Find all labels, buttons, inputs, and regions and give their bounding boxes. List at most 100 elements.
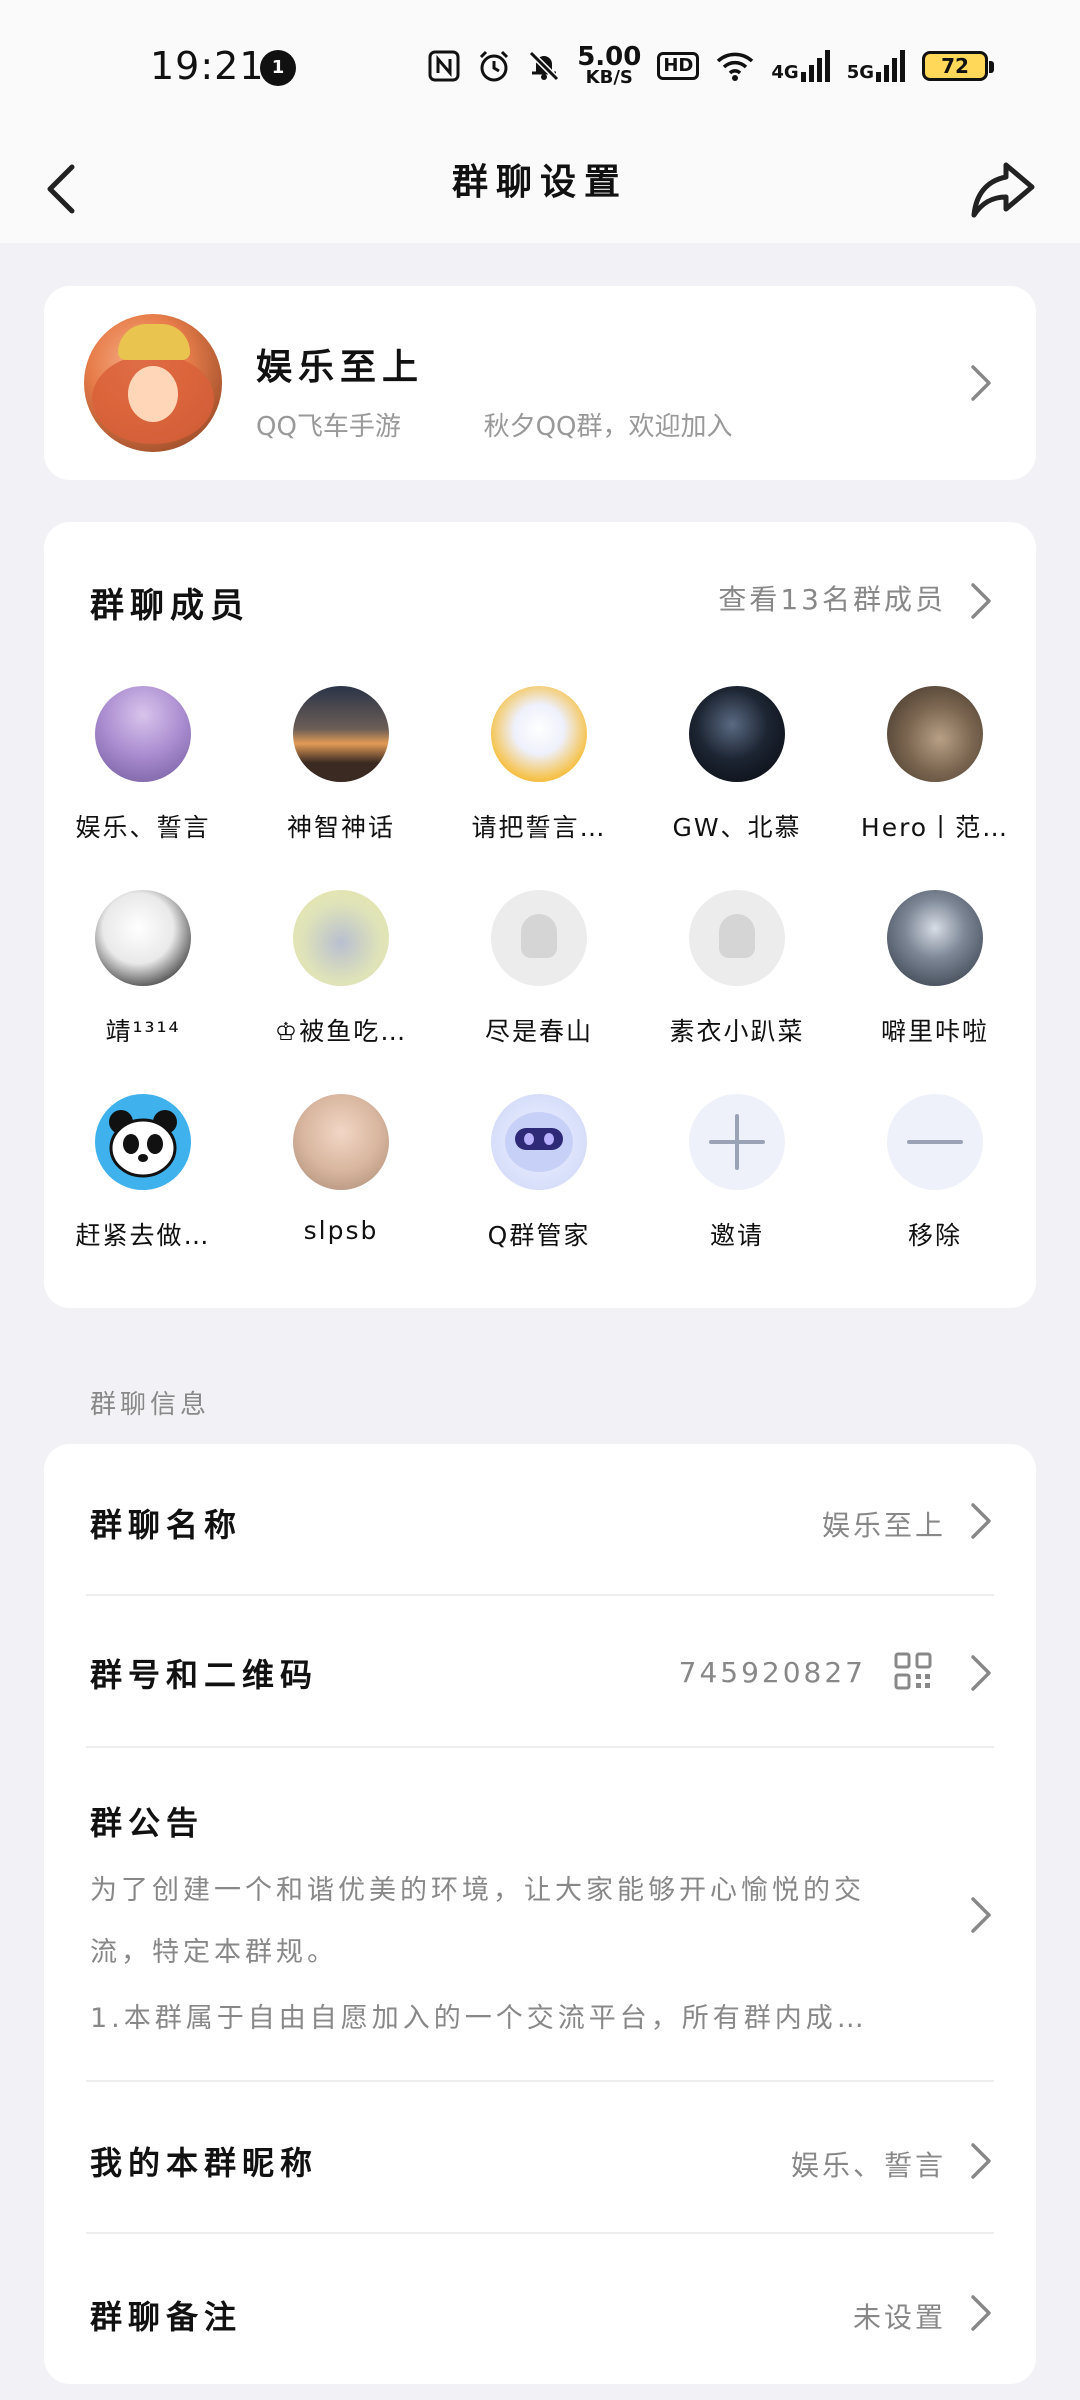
signal-5g: 5G (847, 50, 906, 82)
member-name: 噼里咔啦 (880, 1017, 989, 1046)
default-avatar (491, 890, 587, 986)
nfc-icon (428, 50, 460, 82)
qr-code-icon (894, 1652, 932, 1690)
chevron-right-icon (971, 1655, 991, 1691)
dark-portrait-avatar (689, 686, 785, 782)
member-item[interactable]: 噼里咔啦 (836, 890, 1034, 1048)
plus-icon (689, 1094, 785, 1190)
group-remark-row[interactable]: 群聊备注 未设置 (44, 2234, 1036, 2384)
remove-member-button[interactable]: 移除 (836, 1094, 1034, 1252)
status-icons: 5.00 KB/S HD 4G 5G 72 (427, 42, 994, 88)
group-name: 娱乐至上 (256, 347, 425, 388)
member-item[interactable]: Q群管家 (440, 1094, 638, 1252)
member-item[interactable]: GW、北慕 (638, 686, 836, 844)
chevron-right-icon (971, 1897, 991, 1933)
group-remark-value: 未设置 (852, 2301, 946, 2334)
group-notice-line: 为了创建一个和谐优美的环境，让大家能够开心愉悦的交 (90, 1875, 865, 1906)
member-name: 请把誓言… (471, 813, 607, 842)
group-avatar[interactable] (84, 314, 222, 452)
member-name: 素衣小趴菜 (669, 1017, 805, 1046)
purple-tree-avatar (95, 686, 191, 782)
chevron-right-icon (971, 1503, 991, 1539)
remove-label: 移除 (907, 1221, 962, 1250)
member-item[interactable]: Hero丨范… (836, 686, 1034, 844)
network-speed-value: 5.00 (577, 42, 642, 72)
group-remark-label: 群聊备注 (90, 2298, 243, 2336)
alarm-icon (480, 50, 509, 82)
my-nickname-row[interactable]: 我的本群昵称 娱乐、誓言 (44, 2082, 1036, 2232)
robot-face-icon (505, 1112, 573, 1172)
group-notice-line: 流，特定本群规。 (90, 1937, 338, 1968)
member-item[interactable]: 请把誓言… (440, 686, 638, 844)
group-notice-label: 群公告 (90, 1804, 205, 1842)
page-title: 群聊设置 (451, 162, 628, 203)
battery-icon: 72 (922, 51, 994, 81)
default-avatar (689, 890, 785, 986)
nav-bar: 群聊设置 (0, 135, 1080, 243)
member-name: Q群管家 (487, 1221, 591, 1250)
cat-avatar (887, 686, 983, 782)
member-name: Hero丨范… (860, 813, 1010, 842)
anime-girl-avatar (491, 686, 587, 782)
invite-label: 邀请 (709, 1221, 764, 1250)
member-item[interactable]: 素衣小趴菜 (638, 890, 836, 1048)
status-time: 19:21 (150, 44, 265, 88)
group-notice-row[interactable]: 群公告 为了创建一个和谐优美的环境，让大家能够开心愉悦的交 流，特定本群规。 1… (44, 1748, 1036, 2080)
panda-face-icon (109, 1110, 177, 1178)
share-icon[interactable] (970, 159, 1036, 219)
member-name: 娱乐、誓言 (75, 813, 211, 842)
minus-icon (887, 1094, 983, 1190)
my-nickname-label: 我的本群昵称 (90, 2144, 319, 2182)
signal-5g-icon (876, 50, 905, 82)
view-all-members-link[interactable]: 查看13名群成员 (718, 578, 946, 618)
members-title: 群聊成员 (90, 586, 250, 626)
chevron-right-icon (971, 365, 991, 401)
grey-cat-cartoon-avatar (293, 890, 389, 986)
portrait-avatar (293, 1094, 389, 1190)
member-name: 神智神话 (286, 813, 395, 842)
group-info-card: 群聊名称 娱乐至上 群号和二维码 745920827 群公告 为了创建一个和谐优… (44, 1444, 1036, 2384)
section-label-group-info: 群聊信息 (90, 1390, 211, 1420)
member-item[interactable]: 娱乐、誓言 (44, 686, 242, 844)
group-name-value: 娱乐至上 (821, 1509, 946, 1542)
member-name: 靖¹³¹⁴ (105, 1017, 181, 1046)
hd-icon: HD (657, 52, 700, 80)
notification-badge: 1 (260, 50, 296, 86)
member-item[interactable]: 尽是春山 (440, 890, 638, 1048)
my-nickname-value: 娱乐、誓言 (790, 2149, 946, 2182)
group-name-row[interactable]: 群聊名称 娱乐至上 (44, 1444, 1036, 1594)
network-4g-label: 4G (771, 62, 799, 83)
member-item[interactable]: slpsb (242, 1094, 440, 1245)
member-item[interactable]: 靖¹³¹⁴ (44, 890, 242, 1048)
robot-avatar (491, 1094, 587, 1190)
group-profile-card[interactable]: 娱乐至上 QQ飞车手游 秋夕QQ群，欢迎加入 (44, 286, 1036, 480)
signal-4g: 4G (771, 50, 830, 82)
member-item[interactable]: ♔被鱼吃… (242, 890, 440, 1048)
member-name: 赶紧去做… (75, 1221, 211, 1250)
group-description: QQ飞车手游 秋夕QQ群，欢迎加入 (256, 412, 733, 442)
members-card: 群聊成员 查看13名群成员 娱乐、誓言 神智神话 请把誓言… GW、北慕 Her… (44, 522, 1036, 1308)
network-speed-unit: KB/S (585, 67, 633, 88)
group-name-label: 群聊名称 (90, 1506, 243, 1544)
mute-icon (529, 50, 560, 82)
panda-avatar (95, 1094, 191, 1190)
sunset-avatar (293, 686, 389, 782)
wifi-icon (717, 52, 754, 81)
status-bar: 19:21 1 5.00 KB/S HD 4G 5G 72 (0, 0, 1080, 135)
masked-boy-avatar (887, 890, 983, 986)
group-id-label: 群号和二维码 (90, 1656, 319, 1694)
member-item[interactable]: 赶紧去做… (44, 1094, 242, 1252)
group-id-qr-row[interactable]: 群号和二维码 745920827 (44, 1596, 1036, 1746)
group-id-value: 745920827 (678, 1656, 866, 1689)
member-name: 尽是春山 (484, 1017, 593, 1046)
member-name: ♔被鱼吃… (274, 1017, 408, 1046)
chevron-right-icon[interactable] (970, 582, 992, 620)
network-speed: 5.00 KB/S (577, 42, 642, 88)
chevron-right-icon (971, 2143, 991, 2179)
invite-member-button[interactable]: 邀请 (638, 1094, 836, 1252)
member-item[interactable]: 神智神话 (242, 686, 440, 844)
member-name: GW、北慕 (672, 813, 802, 842)
group-notice-line: 1.本群属于自由自愿加入的一个交流平台，所有群内成… (90, 2003, 868, 2034)
signal-4g-icon (800, 50, 830, 82)
white-hair-avatar (95, 890, 191, 986)
